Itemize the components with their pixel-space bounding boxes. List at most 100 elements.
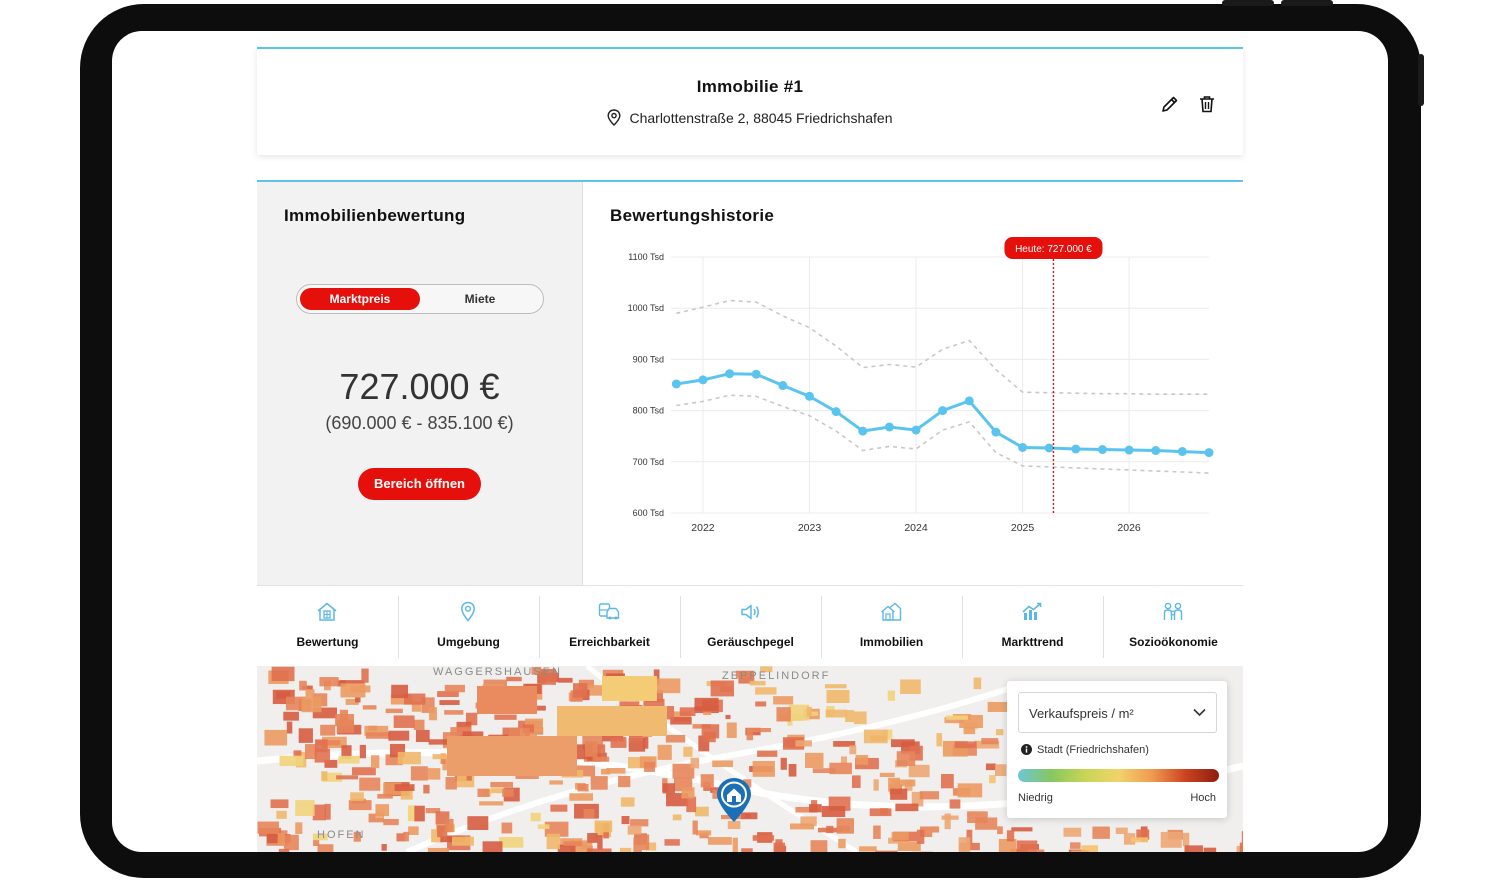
map-building: [410, 766, 428, 781]
map-building: [854, 711, 867, 725]
map-building: [664, 839, 680, 846]
toggle-miete[interactable]: Miete: [420, 288, 540, 310]
map-building: [690, 757, 700, 769]
delete-button[interactable]: [1197, 94, 1217, 114]
tablet-button: [1281, 0, 1333, 6]
y-tick-label: 1100 Tsd: [628, 252, 664, 262]
valuation-section: Immobilienbewertung Marktpreis Miete 727…: [257, 180, 1243, 586]
tab-erreichbarkeit[interactable]: Erreichbarkeit: [539, 586, 680, 667]
map-building: [479, 801, 504, 806]
map-building: [594, 820, 613, 833]
map-building: [580, 842, 593, 849]
tab-label: Erreichbarkeit: [569, 635, 650, 649]
tab-umgebung[interactable]: Umgebung: [398, 586, 539, 667]
map-building: [957, 783, 983, 798]
map-building: [359, 777, 381, 791]
people-icon: [1163, 602, 1183, 620]
toggle-marktpreis[interactable]: Marktpreis: [300, 288, 420, 310]
x-tick-label: 2026: [1117, 522, 1141, 534]
tab-sozioökonomie[interactable]: Sozioökonomie: [1103, 586, 1244, 667]
map-building: [315, 739, 328, 753]
map-building: [381, 843, 387, 851]
map-building: [365, 732, 391, 739]
map-building: [423, 784, 430, 794]
legend-high-label: Hoch: [1190, 792, 1216, 804]
location-pin-icon: [607, 109, 621, 126]
map-building: [1036, 849, 1045, 852]
map-building: [530, 812, 541, 822]
map-building: [851, 775, 861, 788]
tab-label: Sozioökonomie: [1129, 635, 1218, 649]
map-building: [286, 721, 293, 734]
map-building: [936, 733, 943, 747]
map-building: [569, 793, 594, 801]
trend-chart-icon: [1022, 602, 1042, 620]
map-building: [869, 808, 892, 817]
map-building: [1115, 827, 1128, 834]
map-building: [683, 746, 693, 757]
price-map[interactable]: WAGGERSHAUSEN ZEPPELINDORF HOFEN Verkauf…: [257, 666, 1243, 852]
estimate-point: [884, 422, 894, 432]
transport-icon: [598, 603, 620, 620]
map-building: [694, 697, 719, 711]
map-building: [755, 687, 777, 695]
map-building: [317, 844, 334, 852]
map-building: [618, 775, 631, 788]
map-building: [585, 741, 598, 757]
tab-immobilien[interactable]: Immobilien: [821, 586, 962, 667]
map-building: [610, 737, 627, 748]
map-building: [338, 755, 360, 764]
map-building: [537, 824, 550, 830]
map-building: [415, 729, 430, 743]
x-tick-label: 2024: [904, 522, 928, 534]
map-building-large: [447, 736, 577, 776]
property-marker-icon[interactable]: [715, 776, 753, 824]
map-building: [989, 775, 996, 784]
estimate-point: [1177, 447, 1187, 457]
y-tick-label: 600 Tsd: [633, 508, 664, 518]
estimate-point: [964, 396, 974, 406]
map-building: [773, 842, 786, 852]
map-building: [941, 815, 959, 820]
map-building: [403, 831, 409, 842]
tab-markttrend[interactable]: Markttrend: [962, 586, 1103, 667]
map-building: [1239, 842, 1243, 852]
tab-separator: [680, 596, 681, 658]
map-building: [361, 668, 369, 683]
map-building: [981, 738, 999, 745]
map-building: [413, 719, 425, 730]
map-building: [587, 848, 612, 852]
estimate-point: [1204, 448, 1214, 458]
map-building: [335, 714, 355, 727]
map-building: [407, 805, 416, 822]
map-building: [887, 690, 896, 701]
map-building: [320, 724, 336, 736]
map-building: [825, 709, 848, 718]
tab-bewertung[interactable]: Bewertung: [257, 586, 398, 667]
map-building: [444, 818, 454, 833]
y-tick-label: 700 Tsd: [633, 457, 664, 467]
edit-button[interactable]: [1160, 94, 1180, 114]
open-range-button[interactable]: Bereich öffnen: [358, 468, 481, 500]
map-building: [312, 804, 326, 821]
map-building: [692, 820, 698, 835]
map-building: [806, 706, 812, 717]
map-building: [975, 817, 998, 830]
location-pin-icon: [461, 601, 475, 622]
today-badge-label: Heute: 727.000 €: [1015, 244, 1092, 255]
tab-geräuschpegel[interactable]: Geräuschpegel: [680, 586, 821, 667]
map-building: [427, 847, 449, 852]
map-building: [283, 834, 299, 851]
map-building: [383, 818, 399, 826]
map-building: [757, 750, 778, 757]
map-building: [271, 666, 295, 682]
map-building: [855, 754, 869, 765]
map-metric-select[interactable]: Verkaufspreis / m²: [1018, 692, 1217, 733]
map-building: [997, 826, 1003, 835]
estimate-point: [1071, 444, 1081, 454]
map-building: [298, 728, 313, 743]
map-building: [462, 731, 484, 737]
map-building: [821, 806, 846, 817]
map-building: [916, 829, 925, 844]
map-building: [257, 821, 280, 834]
